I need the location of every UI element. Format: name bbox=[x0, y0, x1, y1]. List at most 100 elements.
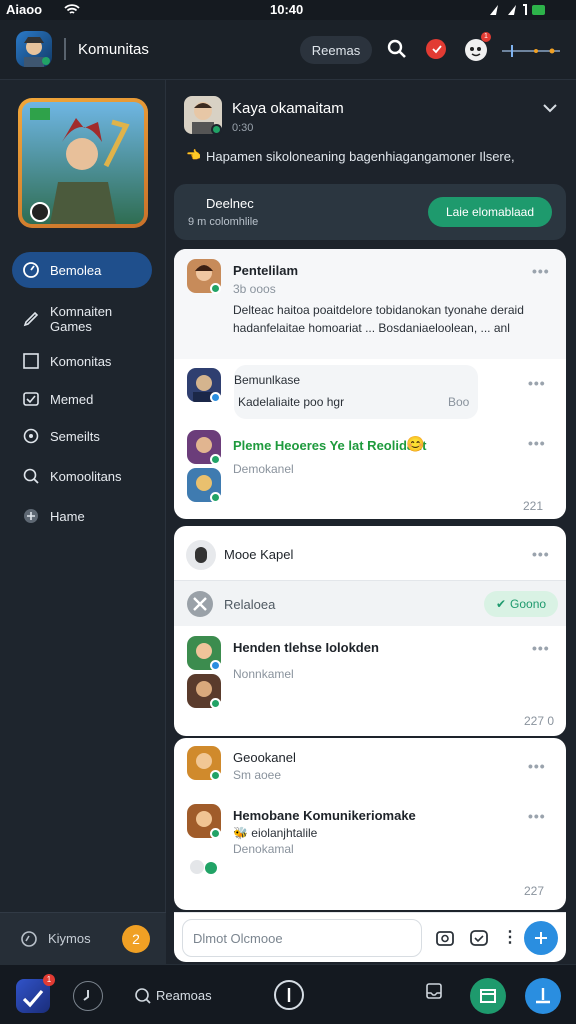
online-dot bbox=[210, 770, 221, 781]
message-time: Sm aoee bbox=[233, 768, 282, 782]
pen-icon bbox=[22, 310, 40, 328]
banner-subtitle: 9 m colomhlile bbox=[188, 216, 259, 228]
sidebar-item-komoolitans[interactable]: Komoolitans bbox=[12, 458, 152, 494]
sidebar-item-label: Komonitas bbox=[50, 353, 112, 369]
channel-icon bbox=[186, 540, 216, 570]
composer: Dlmot Olcmooe ⋮ bbox=[174, 912, 566, 962]
rooms-button[interactable]: Reemas bbox=[300, 36, 372, 64]
sidebar-item-label: Bemolea bbox=[50, 262, 102, 278]
notification-badge: 1 bbox=[481, 32, 491, 42]
sidebar-footer-badge: 2 bbox=[122, 925, 150, 953]
status-carrier: Aiaoo bbox=[6, 2, 43, 17]
search-icon[interactable] bbox=[386, 38, 408, 60]
app-logo[interactable] bbox=[16, 31, 52, 67]
online-dot bbox=[210, 698, 221, 709]
message-time: 3b ooos bbox=[233, 282, 276, 296]
sidebar-item-komonitas[interactable]: Komonitas bbox=[12, 343, 152, 379]
message-line2: 🐝 eiolanjhtalile bbox=[233, 826, 318, 840]
more-icon[interactable]: ••• bbox=[528, 435, 546, 451]
clock-icon[interactable] bbox=[73, 981, 103, 1011]
sidebar: Bemolea Komnaiten Games Komonitas Memed … bbox=[0, 80, 166, 964]
reply-bubble[interactable]: Bemunlkase Kadelaliaite poo hgr Boo bbox=[234, 365, 478, 419]
message-line2-text: eiolanjhtalile bbox=[251, 826, 318, 840]
message-text: Delteac haitoa poaitdelore tobidanokan t… bbox=[233, 303, 524, 335]
thread-meta: 227 bbox=[524, 884, 545, 898]
emoji: 😊 bbox=[406, 436, 425, 453]
message-input-placeholder: Dlmot Olcmooe bbox=[193, 930, 283, 946]
online-dot bbox=[210, 454, 221, 465]
message-text: Hemobane Komunikeriomake bbox=[233, 808, 416, 823]
post-time: 0:30 bbox=[232, 122, 254, 134]
online-dot bbox=[211, 124, 222, 135]
sidebar-item-label: Komnaiten Games bbox=[50, 304, 113, 334]
home-button[interactable] bbox=[274, 980, 304, 1010]
more-icon[interactable]: ••• bbox=[528, 808, 546, 824]
status-bar: Aiaoo 10:40 bbox=[0, 0, 576, 20]
online-dot bbox=[210, 828, 221, 839]
more-icon[interactable]: ••• bbox=[532, 263, 550, 279]
reaction-icon[interactable] bbox=[188, 858, 222, 876]
game-cover[interactable] bbox=[18, 98, 148, 228]
sidebar-item-hame[interactable]: Hame bbox=[12, 498, 152, 534]
message-text: Henden tlehse Iolokden bbox=[233, 640, 379, 655]
thread-card: Mooe Kapel ••• Relaloea ✔ Goono Henden tl… bbox=[174, 526, 566, 736]
message-sub: Nonnkamel bbox=[233, 667, 294, 681]
online-dot bbox=[210, 492, 221, 503]
calendar-button[interactable] bbox=[470, 978, 506, 1014]
tools-icon bbox=[186, 590, 214, 618]
reply-meta: Boo bbox=[448, 395, 470, 409]
highlight-message: Pleme Heoeres Ye lat Reolidant bbox=[233, 438, 427, 453]
sidebar-footer[interactable]: Kiymos 2 bbox=[0, 912, 166, 964]
sidebar-item-label: Memed bbox=[50, 391, 94, 407]
sidebar-item-semeilts[interactable]: Semeilts bbox=[12, 418, 152, 454]
message-author: Pentelilam bbox=[233, 263, 299, 278]
more-icon[interactable]: ••• bbox=[528, 758, 546, 774]
wifi-icon bbox=[64, 3, 80, 16]
online-dot bbox=[210, 283, 221, 294]
thread-card: Pentelilam 3b ooos ••• Delteac haitoa po… bbox=[174, 249, 566, 519]
reply-author: Bemunlkase bbox=[234, 373, 301, 387]
message-sub: Demokanel bbox=[233, 462, 294, 476]
sidebar-item-games[interactable]: Komnaiten Games bbox=[12, 301, 152, 337]
sidebar-item-bemolea[interactable]: Bemolea bbox=[12, 252, 152, 288]
sidebar-item-label: Semeilts bbox=[50, 428, 100, 444]
send-button[interactable] bbox=[524, 921, 558, 955]
sidebar-item-memed[interactable]: Memed bbox=[12, 381, 152, 417]
profile-button[interactable] bbox=[525, 978, 561, 1014]
more-icon[interactable]: ••• bbox=[532, 546, 550, 562]
signal-icon bbox=[488, 3, 548, 17]
online-dot bbox=[210, 660, 221, 671]
thread-message[interactable]: Pentelilam 3b ooos ••• Delteac haitoa po… bbox=[174, 249, 566, 359]
post-author: Kaya okamaitam bbox=[232, 100, 344, 117]
status-time: 10:40 bbox=[270, 2, 304, 17]
inbox-icon[interactable] bbox=[424, 981, 444, 1003]
sidebar-item-label: Hame bbox=[50, 508, 85, 524]
alert-icon[interactable] bbox=[425, 38, 447, 60]
message-input[interactable]: Dlmot Olcmooe bbox=[182, 919, 422, 957]
help-icon bbox=[20, 930, 38, 948]
camera-icon[interactable] bbox=[435, 929, 455, 947]
hand-emoji: 👈 bbox=[186, 148, 201, 162]
chevron-down-icon[interactable] bbox=[542, 102, 558, 114]
message-author: Geookanel bbox=[233, 750, 296, 765]
sidebar-item-label: Komoolitans bbox=[50, 468, 122, 484]
post-text: Hapamen sikoloneaning bagenhiagangamoner… bbox=[206, 149, 515, 164]
thread-meta: 221 bbox=[523, 499, 544, 513]
bottom-bar-label[interactable]: Reamoas bbox=[156, 988, 212, 1003]
settings-icon bbox=[22, 427, 40, 445]
banner-action-button[interactable]: Laie elomablaad bbox=[428, 197, 552, 227]
check-icon bbox=[22, 390, 40, 408]
game-icon bbox=[22, 507, 40, 525]
square-icon bbox=[22, 352, 40, 370]
sub-thread-row[interactable]: Relaloea ✔ Goono bbox=[174, 580, 566, 626]
status-badge[interactable]: ✔ Goono bbox=[484, 591, 558, 617]
app-badge: 1 bbox=[43, 974, 55, 986]
thread-title: Mooe Kapel bbox=[224, 547, 294, 562]
more-icon[interactable]: ••• bbox=[532, 640, 550, 656]
message-sub: Denokamal bbox=[233, 842, 294, 856]
clock-icon bbox=[22, 261, 40, 279]
more-icon[interactable]: ••• bbox=[528, 375, 546, 391]
more-options-icon[interactable]: ⋮ bbox=[502, 927, 518, 947]
slider-icon[interactable] bbox=[502, 45, 560, 57]
emoji-icon[interactable] bbox=[469, 929, 489, 947]
